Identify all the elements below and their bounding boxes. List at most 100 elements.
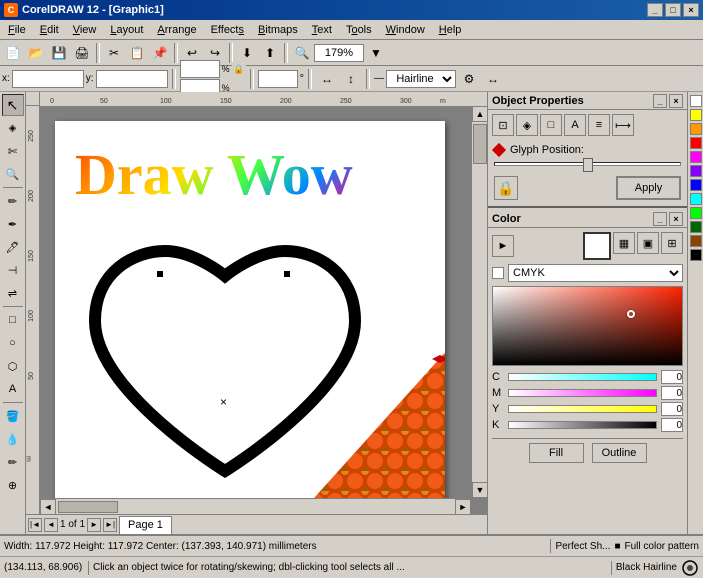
color-spectrum-container[interactable] bbox=[492, 286, 683, 366]
color-btn-2[interactable]: ▣ bbox=[637, 232, 659, 254]
menu-view[interactable]: View bbox=[67, 23, 103, 37]
x-coord-input[interactable]: 137.393 mm bbox=[12, 70, 84, 88]
zoom-level-input[interactable]: 179% bbox=[314, 44, 364, 62]
panel-minimize-button[interactable]: _ bbox=[653, 94, 667, 108]
scroll-left-button[interactable]: ◄ bbox=[40, 499, 56, 515]
export-button[interactable]: ⬆ bbox=[259, 42, 281, 64]
outline-tool[interactable]: ✏ bbox=[2, 451, 24, 473]
last-page-button[interactable]: ►| bbox=[103, 518, 117, 532]
minimize-button[interactable]: _ bbox=[647, 3, 663, 17]
outline-button[interactable]: Outline bbox=[592, 443, 647, 463]
menu-help[interactable]: Help bbox=[433, 23, 468, 37]
bezier-tool[interactable]: ✒ bbox=[2, 213, 24, 235]
rotation-input[interactable]: 45.0 bbox=[258, 70, 298, 88]
palette-white[interactable] bbox=[690, 95, 702, 107]
dimension-tool[interactable]: ⊣ bbox=[2, 259, 24, 281]
scrollbar-horizontal[interactable]: ◄ ► bbox=[40, 498, 471, 514]
color-btn-1[interactable]: ▦ bbox=[613, 232, 635, 254]
m-value-input[interactable]: 0 bbox=[661, 386, 683, 400]
color-mode-select[interactable]: CMYK bbox=[508, 264, 683, 282]
palette-brown[interactable] bbox=[690, 235, 702, 247]
line-props-button[interactable]: ⚙ bbox=[458, 68, 480, 90]
mirror-h-button[interactable]: ↔ bbox=[316, 68, 338, 90]
cut-button[interactable]: ✂ bbox=[103, 42, 125, 64]
menu-layout[interactable]: Layout bbox=[104, 23, 149, 37]
eyedropper-tool[interactable]: 💧 bbox=[2, 428, 24, 450]
palette-cyan[interactable] bbox=[690, 193, 702, 205]
menu-effects[interactable]: Effects bbox=[205, 23, 250, 37]
next-page-button[interactable]: ► bbox=[87, 518, 101, 532]
fill-button[interactable]: Fill bbox=[529, 443, 584, 463]
shape-tool[interactable]: ◈ bbox=[2, 117, 24, 139]
palette-orange[interactable] bbox=[690, 123, 702, 135]
obj-prop-btn-5[interactable]: ≡ bbox=[588, 114, 610, 136]
maximize-button[interactable]: □ bbox=[665, 3, 681, 17]
copy-button[interactable]: 📋 bbox=[126, 42, 148, 64]
text-tool[interactable]: A bbox=[2, 378, 24, 400]
polygon-tool[interactable]: ⬡ bbox=[2, 355, 24, 377]
first-page-button[interactable]: |◄ bbox=[28, 518, 42, 532]
y-coord-input[interactable]: 117.972 mm bbox=[96, 70, 168, 88]
line-ends-button[interactable]: ↔ bbox=[482, 68, 504, 90]
select-tool[interactable]: ↖ bbox=[2, 94, 24, 116]
color-spectrum[interactable] bbox=[492, 286, 683, 366]
color-mode-checkbox[interactable] bbox=[492, 267, 504, 279]
new-button[interactable]: 📄 bbox=[2, 42, 24, 64]
rect-tool[interactable]: □ bbox=[2, 309, 24, 331]
lock-icon[interactable]: 🔒 bbox=[494, 176, 518, 200]
prev-page-button[interactable]: ◄ bbox=[44, 518, 58, 532]
panel-close-button[interactable]: × bbox=[669, 94, 683, 108]
palette-black[interactable] bbox=[690, 249, 702, 261]
line-style-select[interactable]: Hairline bbox=[386, 70, 456, 88]
k-value-input[interactable]: 0 bbox=[661, 418, 683, 432]
interactive-tool[interactable]: ⊕ bbox=[2, 474, 24, 496]
close-button[interactable]: × bbox=[683, 3, 699, 17]
scroll-down-button[interactable]: ▼ bbox=[472, 482, 487, 498]
menu-text[interactable]: Text bbox=[306, 23, 338, 37]
k-slider-track[interactable] bbox=[508, 421, 657, 429]
palette-green[interactable] bbox=[690, 207, 702, 219]
menu-bitmaps[interactable]: Bitmaps bbox=[252, 23, 304, 37]
palette-violet[interactable] bbox=[690, 165, 702, 177]
open-button[interactable]: 📂 bbox=[25, 42, 47, 64]
c-value-input[interactable]: 0 bbox=[661, 370, 683, 384]
menu-arrange[interactable]: Arrange bbox=[151, 23, 202, 37]
palette-dark-green[interactable] bbox=[690, 221, 702, 233]
y-slider-track[interactable] bbox=[508, 405, 657, 413]
obj-prop-btn-6[interactable]: ⟼ bbox=[612, 114, 634, 136]
crop-tool[interactable]: ✄ bbox=[2, 140, 24, 162]
lock-ratio-button[interactable]: 🔒 bbox=[232, 62, 246, 76]
menu-edit[interactable]: Edit bbox=[34, 23, 65, 37]
obj-prop-btn-1[interactable]: ⊡ bbox=[492, 114, 514, 136]
canvas-background[interactable]: Draw Wow × bbox=[40, 106, 487, 514]
fill-tool[interactable]: 🪣 bbox=[2, 405, 24, 427]
scroll-thumb-v[interactable] bbox=[473, 124, 487, 164]
zoom-dropdown[interactable]: ▼ bbox=[365, 42, 387, 64]
palette-magenta[interactable] bbox=[690, 151, 702, 163]
scroll-up-button[interactable]: ▲ bbox=[472, 106, 487, 122]
scroll-thumb-h[interactable] bbox=[58, 501, 118, 513]
y-value-input[interactable]: 0 bbox=[661, 402, 683, 416]
obj-prop-btn-2[interactable]: ◈ bbox=[516, 114, 538, 136]
glyph-slider-track[interactable] bbox=[494, 162, 681, 166]
mirror-v-button[interactable]: ↕ bbox=[340, 68, 362, 90]
palette-yellow[interactable] bbox=[690, 109, 702, 121]
connector-tool[interactable]: ⇌ bbox=[2, 282, 24, 304]
paste-button[interactable]: 📌 bbox=[149, 42, 171, 64]
ellipse-tool[interactable]: ○ bbox=[2, 332, 24, 354]
palette-blue[interactable] bbox=[690, 179, 702, 191]
glyph-slider-thumb[interactable] bbox=[583, 158, 593, 172]
menu-file[interactable]: File bbox=[2, 23, 32, 37]
zoom-tool[interactable]: 🔍 bbox=[2, 163, 24, 185]
page-canvas[interactable]: Draw Wow × bbox=[55, 121, 445, 514]
width-input[interactable]: 100.0 bbox=[180, 60, 220, 78]
scroll-right-button[interactable]: ► bbox=[455, 499, 471, 515]
color-expand-btn[interactable]: ► bbox=[492, 235, 514, 257]
color-panel-minimize[interactable]: _ bbox=[653, 212, 667, 226]
menu-tools[interactable]: Tools bbox=[340, 23, 378, 37]
zoom-in-button[interactable]: 🔍 bbox=[291, 42, 313, 64]
white-swatch[interactable] bbox=[583, 232, 611, 260]
scrollbar-vertical[interactable]: ▲ ▼ bbox=[471, 106, 487, 498]
color-btn-3[interactable]: ⊞ bbox=[661, 232, 683, 254]
palette-red[interactable] bbox=[690, 137, 702, 149]
